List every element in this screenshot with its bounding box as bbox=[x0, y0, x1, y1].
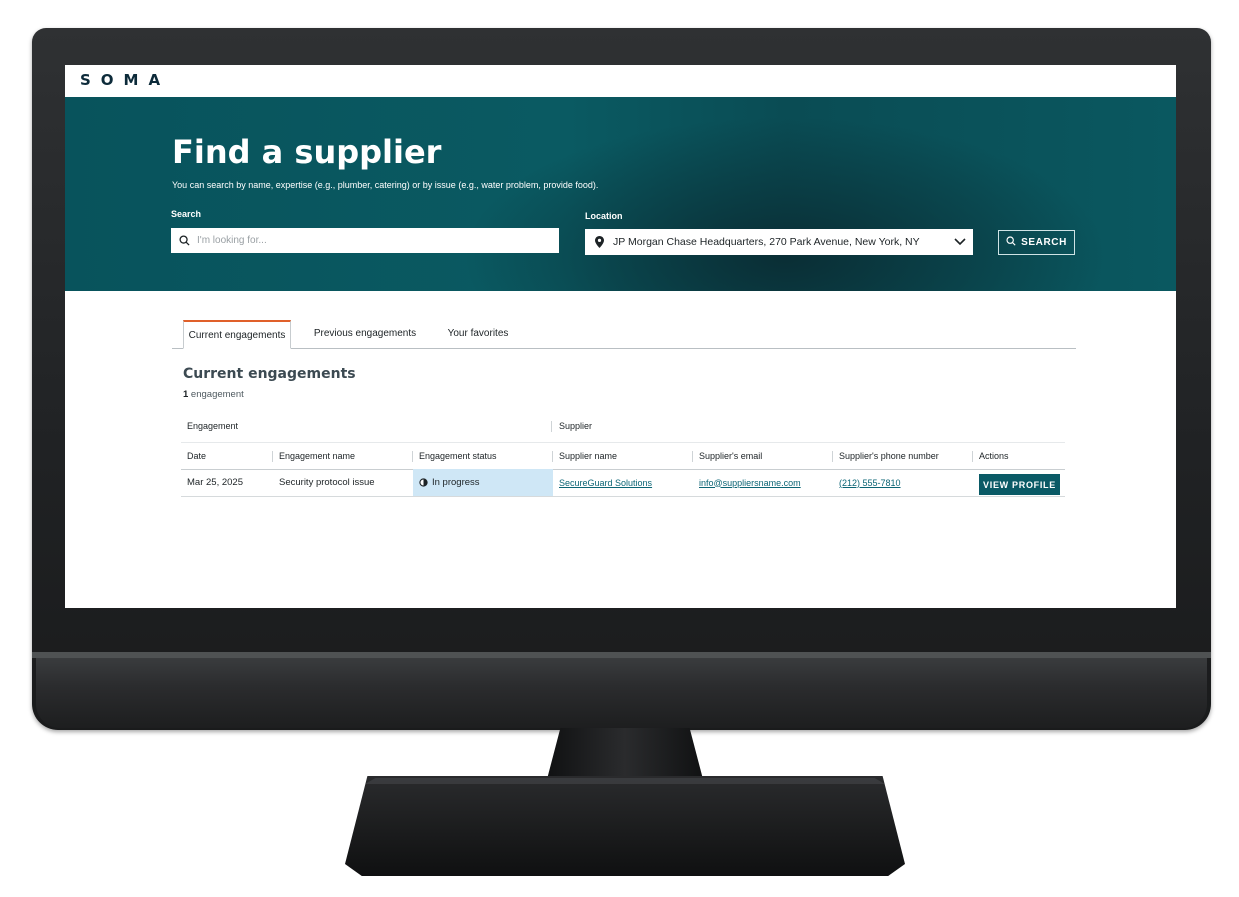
tab-your-favorites[interactable]: Your favorites bbox=[442, 320, 514, 347]
column-divider bbox=[552, 451, 553, 462]
cell-engagement-name: Security protocol issue bbox=[279, 477, 375, 488]
half-circle-status-icon bbox=[419, 478, 428, 487]
location-pin-icon bbox=[585, 236, 613, 248]
search-button-label: SEARCH bbox=[1021, 237, 1067, 248]
header-engagement-name[interactable]: Engagement name bbox=[279, 443, 355, 469]
chevron-down-icon[interactable] bbox=[947, 238, 973, 246]
supplier-name-link[interactable]: SecureGuard Solutions bbox=[559, 478, 652, 488]
cell-supplier-email: info@suppliersname.com bbox=[699, 469, 801, 496]
screen: SOMA Find a supplier You can search by n… bbox=[65, 65, 1176, 608]
hero-banner: Find a supplier You can search by name, … bbox=[65, 97, 1176, 291]
group-engagement: Engagement bbox=[187, 421, 239, 431]
tab-current-engagements[interactable]: Current engagements bbox=[183, 320, 291, 349]
status-text: In progress bbox=[432, 477, 480, 488]
table-row: Mar 25, 2025 Security protocol issue In … bbox=[181, 469, 1065, 497]
soma-logo[interactable]: SOMA bbox=[80, 71, 170, 89]
monitor-chin bbox=[36, 658, 1207, 728]
cell-supplier-phone: (212) 555-7810 bbox=[839, 469, 901, 496]
view-profile-button[interactable]: VIEW PROFILE bbox=[979, 474, 1060, 495]
monitor-trim bbox=[32, 652, 1211, 658]
column-divider bbox=[412, 451, 413, 462]
header-supplier-email[interactable]: Supplier's email bbox=[699, 443, 762, 469]
monitor-stand-highlight bbox=[365, 778, 885, 784]
column-divider bbox=[551, 421, 552, 432]
column-divider bbox=[832, 451, 833, 462]
search-icon bbox=[171, 235, 197, 246]
engagement-count-suffix: engagement bbox=[188, 389, 244, 400]
table-group-header: Engagement Supplier bbox=[181, 417, 1065, 437]
cell-supplier-name: SecureGuard Solutions bbox=[559, 469, 652, 496]
engagement-tabs: Current engagements Previous engagements… bbox=[172, 320, 1076, 349]
column-divider bbox=[272, 451, 273, 462]
location-select[interactable]: JP Morgan Chase Headquarters, 270 Park A… bbox=[585, 229, 973, 255]
location-value: JP Morgan Chase Headquarters, 270 Park A… bbox=[613, 236, 920, 248]
search-button[interactable]: SEARCH bbox=[998, 230, 1075, 255]
table-header: Date Engagement name Engagement status S… bbox=[181, 442, 1065, 470]
search-label: Search bbox=[171, 209, 202, 219]
page-subtitle: You can search by name, expertise (e.g.,… bbox=[172, 180, 599, 190]
tab-previous-engagements[interactable]: Previous engagements bbox=[306, 320, 424, 347]
section-title: Current engagements bbox=[183, 366, 356, 382]
header-supplier-phone[interactable]: Supplier's phone number bbox=[839, 443, 939, 469]
column-divider bbox=[972, 451, 973, 462]
column-divider bbox=[692, 451, 693, 462]
header-engagement-status[interactable]: Engagement status bbox=[419, 443, 497, 469]
group-supplier: Supplier bbox=[559, 421, 593, 431]
supplier-phone-link[interactable]: (212) 555-7810 bbox=[839, 478, 901, 488]
cell-engagement-status: In progress bbox=[413, 469, 553, 496]
monitor-stand-base bbox=[345, 776, 905, 876]
top-navigation-bar: SOMA bbox=[65, 65, 1176, 97]
search-field[interactable] bbox=[171, 228, 559, 253]
supplier-email-link[interactable]: info@suppliersname.com bbox=[699, 478, 801, 488]
page-title: Find a supplier bbox=[172, 133, 442, 171]
header-supplier-name[interactable]: Supplier name bbox=[559, 443, 617, 469]
cell-date: Mar 25, 2025 bbox=[187, 477, 243, 488]
header-date[interactable]: Date bbox=[187, 443, 206, 469]
search-icon bbox=[1006, 236, 1016, 249]
engagement-count: 1 engagement bbox=[183, 389, 244, 400]
search-input[interactable] bbox=[197, 235, 537, 246]
header-actions: Actions bbox=[979, 451, 1009, 461]
location-label: Location bbox=[585, 211, 623, 221]
